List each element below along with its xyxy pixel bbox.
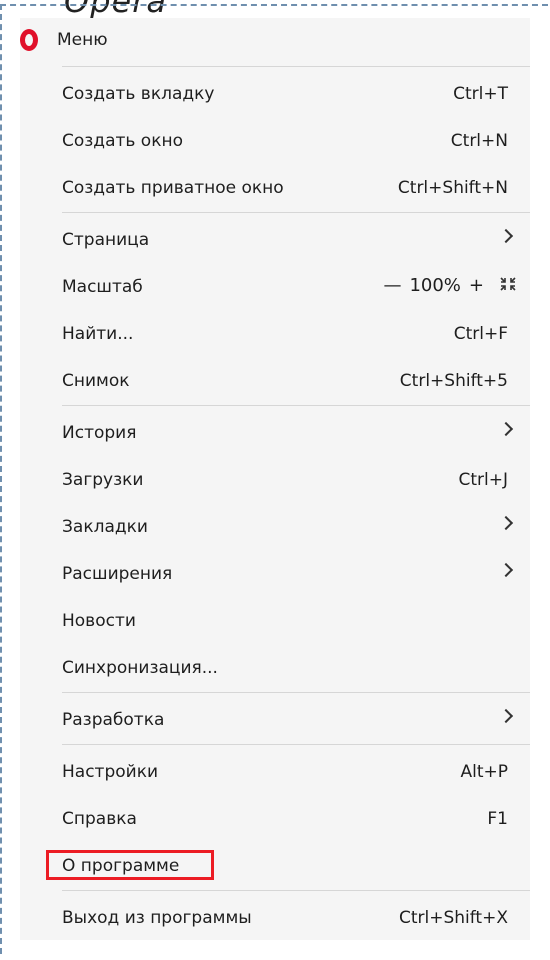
chevron-right-icon — [498, 228, 514, 244]
menu-item-2-2[interactable]: Масштаб — 100% + — [20, 262, 530, 309]
chevron-right-icon — [498, 421, 514, 437]
menu-item-3-2[interactable]: Загрузки Ctrl+J — [20, 455, 530, 502]
shortcut-label: Ctrl+Shift+5 — [399, 371, 508, 391]
shortcut-label: Ctrl+Shift+N — [397, 178, 508, 198]
menu-separator — [62, 212, 530, 213]
menu-separator — [62, 692, 530, 693]
menu-item-label: Закладки — [62, 517, 148, 537]
menu-item-2-1[interactable]: Страница — [20, 215, 530, 262]
shortcut-label: Ctrl+J — [458, 470, 508, 490]
shortcut-label: Ctrl+Shift+X — [398, 908, 508, 928]
menu-item-3-1[interactable]: История — [20, 408, 530, 455]
menu-item-label: Создать окно — [62, 131, 183, 151]
menu-item-1-1[interactable]: Создать вкладку Ctrl+T — [20, 69, 530, 116]
menu-item-label: Масштаб — [62, 277, 143, 297]
menu-title: Меню — [57, 30, 108, 50]
zoom-control: — 100% + — [383, 275, 516, 296]
menu-item-label: Загрузки — [62, 470, 144, 490]
menu-item-label: Новости — [62, 611, 136, 631]
menu-item-6-1[interactable]: Выход из программы Ctrl+Shift+X — [20, 893, 530, 940]
zoom-level: 100% — [409, 275, 461, 296]
opera-logo-icon — [20, 29, 38, 51]
zoom-out-button[interactable]: — — [383, 275, 401, 296]
menu-item-3-3[interactable]: Закладки — [20, 502, 530, 549]
menu-item-label: Расширения — [62, 564, 173, 584]
menu-separator — [62, 890, 530, 891]
menu-item-1-3[interactable]: Создать приватное окно Ctrl+Shift+N — [20, 163, 530, 210]
menu-item-label: Разработка — [62, 710, 165, 730]
menu-item-label: Синхронизация... — [62, 658, 218, 678]
menu-item-5-1[interactable]: Настройки Alt+P — [20, 747, 530, 794]
menu-item-label: Выход из программы — [62, 908, 252, 928]
shortcut-label: Ctrl+T — [453, 84, 508, 104]
menu-item-4-1[interactable]: Разработка — [20, 695, 530, 742]
menu-item-3-6[interactable]: Синхронизация... — [20, 643, 530, 690]
chevron-right-icon — [498, 515, 514, 531]
shortcut-label: Ctrl+F — [453, 324, 508, 344]
opera-main-menu: Меню Создать вкладку Ctrl+T Создать окно Ct… — [20, 18, 530, 940]
zoom-in-button[interactable]: + — [469, 275, 484, 296]
menu-separator — [62, 66, 530, 67]
shortcut-label: F1 — [487, 809, 508, 829]
menu-item-3-4[interactable]: Расширения — [20, 549, 530, 596]
chevron-right-icon — [498, 708, 514, 724]
chevron-right-icon — [498, 562, 514, 578]
menu-item-1-2[interactable]: Создать окно Ctrl+N — [20, 116, 530, 163]
menu-item-label: Настройки — [62, 762, 159, 782]
menu-header[interactable]: Меню — [20, 18, 530, 64]
menu-item-2-4[interactable]: Снимок Ctrl+Shift+5 — [20, 356, 530, 403]
menu-item-label: Снимок — [62, 371, 130, 391]
menu-item-label: Создать вкладку — [62, 84, 215, 104]
menu-item-label: Страница — [62, 230, 150, 250]
menu-item-label: Справка — [62, 809, 137, 829]
menu-body: Создать вкладку Ctrl+T Создать окно Ctrl+N С… — [20, 66, 530, 940]
shortcut-label: Ctrl+N — [450, 131, 508, 151]
menu-item-label: Найти... — [62, 324, 134, 344]
menu-item-label: История — [62, 423, 137, 443]
menu-item-5-3[interactable]: О программе — [20, 841, 530, 888]
menu-item-2-3[interactable]: Найти... Ctrl+F — [20, 309, 530, 356]
fullscreen-icon[interactable] — [500, 276, 516, 295]
menu-item-3-5[interactable]: Новости — [20, 596, 530, 643]
shortcut-label: Alt+P — [460, 762, 508, 782]
menu-separator — [62, 744, 530, 745]
highlight-box — [46, 850, 214, 880]
menu-item-label: Создать приватное окно — [62, 178, 284, 198]
menu-separator — [62, 405, 530, 406]
menu-item-5-2[interactable]: Справка F1 — [20, 794, 530, 841]
